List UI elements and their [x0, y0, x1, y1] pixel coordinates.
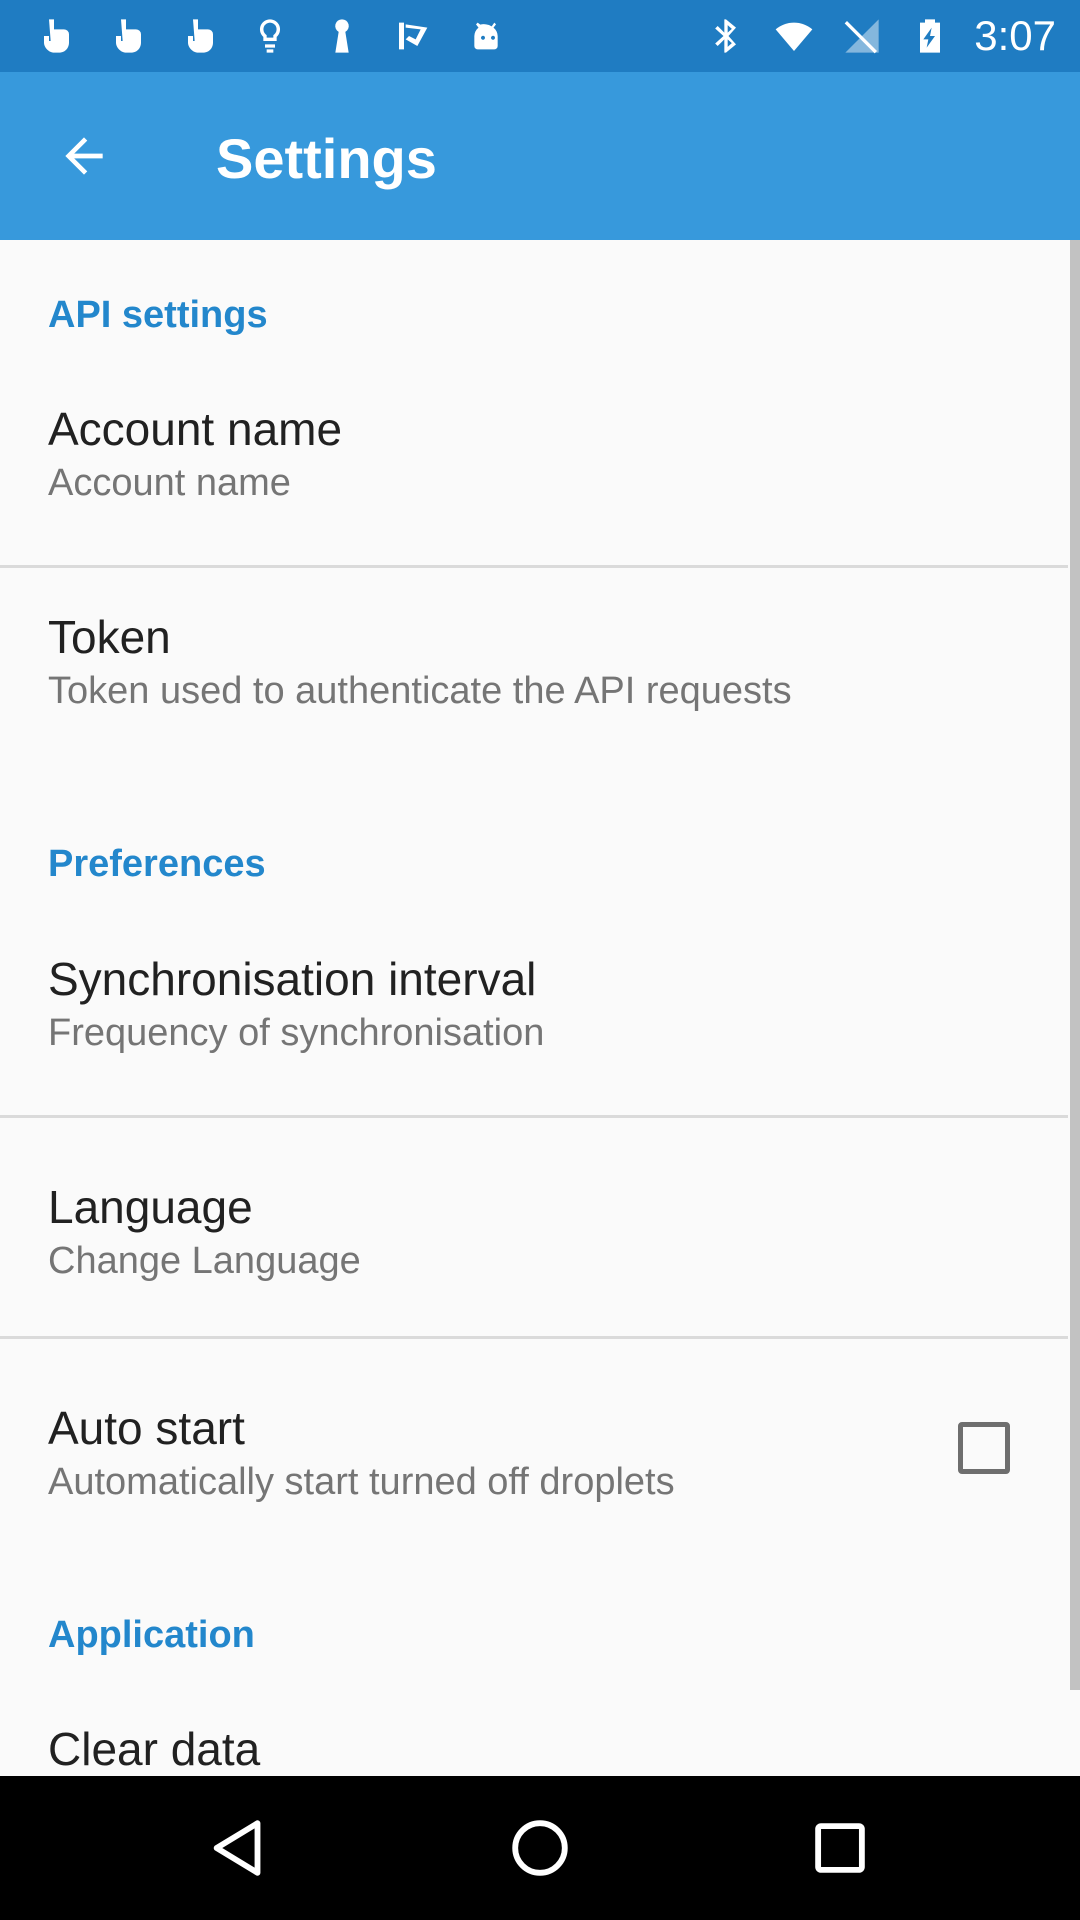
pref-clear-data[interactable]: Clear data — [0, 1680, 1068, 1776]
pref-title: Auto start — [48, 1402, 245, 1454]
category-header-preferences: Preferences — [48, 843, 266, 885]
pref-title: Account name — [48, 403, 343, 455]
category-header-api-settings: API settings — [48, 294, 268, 336]
notification-icons — [30, 12, 510, 60]
pref-summary: Change Language — [48, 1240, 361, 1282]
status-bar: 3:07 — [0, 0, 1080, 72]
settings-list[interactable]: API settings Account name Account name T… — [0, 240, 1080, 1776]
arrow-back-icon — [65, 137, 103, 175]
no-signal-icon — [838, 12, 886, 60]
navigation-bar — [0, 1776, 1080, 1920]
pref-language[interactable]: Language Change Language — [0, 1118, 1068, 1338]
status-clock: 3:07 — [974, 12, 1056, 59]
pref-summary: Account name — [48, 462, 291, 504]
auto-start-checkbox[interactable] — [958, 1422, 1010, 1474]
hand-pointer-icon — [30, 12, 78, 60]
battery-charging-icon — [906, 12, 954, 60]
pref-title: Token — [48, 611, 171, 663]
back-triangle-icon — [213, 1820, 261, 1876]
pref-summary: Automatically start turned off droplets — [48, 1461, 675, 1503]
recents-square-icon — [815, 1823, 865, 1873]
back-button[interactable] — [40, 112, 128, 200]
hand-pointer-icon — [102, 12, 150, 60]
check-flag-icon — [390, 12, 438, 60]
nav-back-button[interactable] — [196, 1804, 284, 1892]
app-bar: Settings — [0, 72, 1080, 240]
nav-recents-button[interactable] — [796, 1804, 884, 1892]
keyhole-icon — [318, 12, 366, 60]
category-header-application: Application — [48, 1614, 255, 1656]
pref-account-name[interactable]: Account name Account name — [0, 360, 1068, 566]
pref-token[interactable]: Token Token used to authenticate the API… — [0, 568, 1068, 788]
lightbulb-icon — [246, 12, 294, 60]
wifi-icon — [770, 12, 818, 60]
pref-title: Language — [48, 1181, 253, 1233]
pref-summary: Frequency of synchronisation — [48, 1012, 545, 1054]
pref-synchronisation-interval[interactable]: Synchronisation interval Frequency of sy… — [0, 910, 1068, 1116]
bluetooth-icon — [702, 12, 750, 60]
android-icon — [462, 12, 510, 60]
home-circle-icon — [512, 1820, 568, 1876]
scrollbar[interactable] — [1070, 240, 1080, 1690]
system-icons: 3:07 — [702, 12, 1056, 60]
pref-summary: Token used to authenticate the API reque… — [48, 670, 792, 712]
page-title: Settings — [216, 127, 437, 190]
pref-title: Clear data — [48, 1723, 261, 1775]
pref-title: Synchronisation interval — [48, 953, 537, 1005]
hand-pointer-icon — [174, 12, 222, 60]
pref-auto-start[interactable]: Auto start Automatically start turned of… — [0, 1339, 1068, 1559]
nav-home-button[interactable] — [496, 1804, 584, 1892]
